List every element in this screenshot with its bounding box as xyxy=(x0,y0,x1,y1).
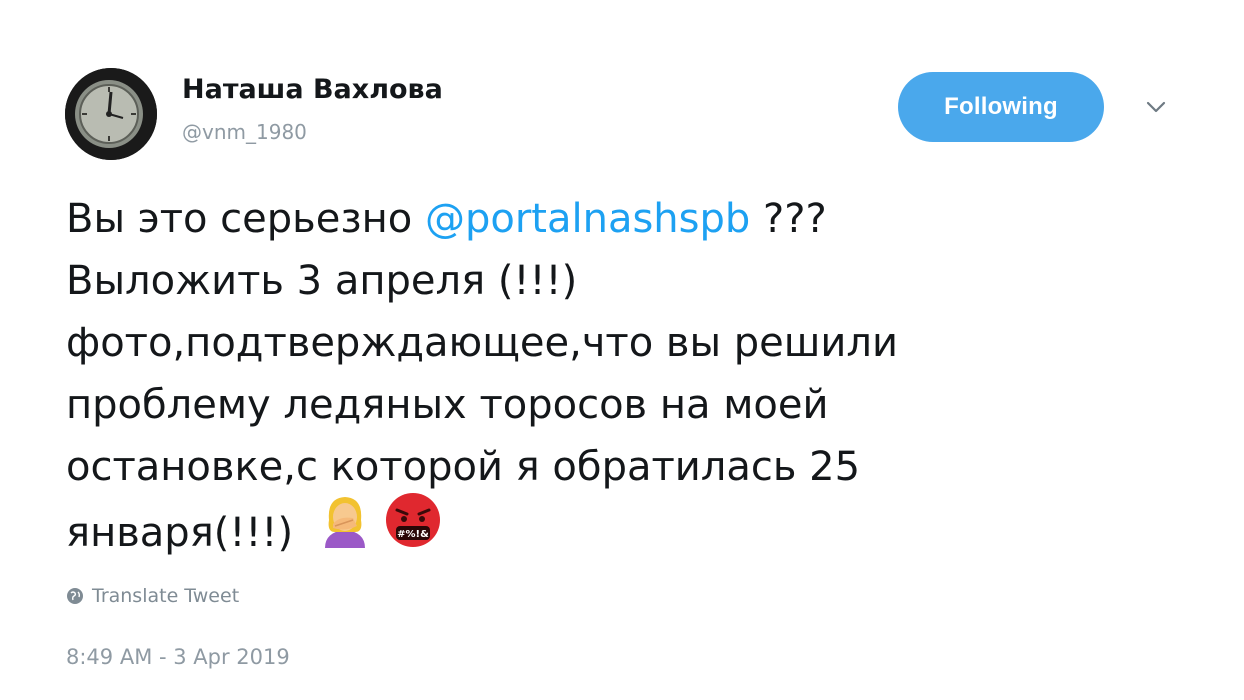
tweet-line: Выложить 3 апреля (!!!) xyxy=(66,258,578,304)
tweet-text-segment: января(!!!) xyxy=(66,510,294,556)
tweet-line-last: января(!!!) #%!& xyxy=(66,493,1186,572)
face-with-symbols-emoji: #%!& xyxy=(385,492,441,566)
user-handle[interactable]: @vnm_1980 xyxy=(182,120,307,144)
mention-link[interactable]: @portalnashspb xyxy=(425,196,750,242)
display-name[interactable]: Наташа Вахлова xyxy=(182,74,443,105)
chevron-down-icon[interactable] xyxy=(1142,96,1170,118)
avatar[interactable] xyxy=(65,68,157,160)
woman-facepalming-emoji xyxy=(319,492,371,566)
clock-avatar-icon xyxy=(65,68,157,160)
symbols-text: #%!& xyxy=(397,529,429,540)
tweet-text-segment: ??? xyxy=(750,196,827,242)
tweet-text-segment: Вы это серьезно xyxy=(66,196,425,242)
tweet-timestamp[interactable]: 8:49 AM - 3 Apr 2019 xyxy=(66,645,290,669)
tweet-line: проблему ледяных торосов на моей xyxy=(66,382,829,428)
translate-tweet-link[interactable]: Translate Tweet xyxy=(66,585,239,607)
globe-icon xyxy=(66,587,84,605)
following-button[interactable]: Following xyxy=(898,72,1104,142)
translate-label[interactable]: Translate Tweet xyxy=(92,585,239,607)
tweet-text: Вы это серьезно @portalnashspb ??? Вылож… xyxy=(66,188,1186,572)
tweet-line: Вы это серьезно @portalnashspb ??? xyxy=(66,188,1186,250)
tweet-line: остановке,с которой я обратилась 25 xyxy=(66,444,861,490)
tweet-line: фото,подтверждающее,что вы решили xyxy=(66,320,898,366)
